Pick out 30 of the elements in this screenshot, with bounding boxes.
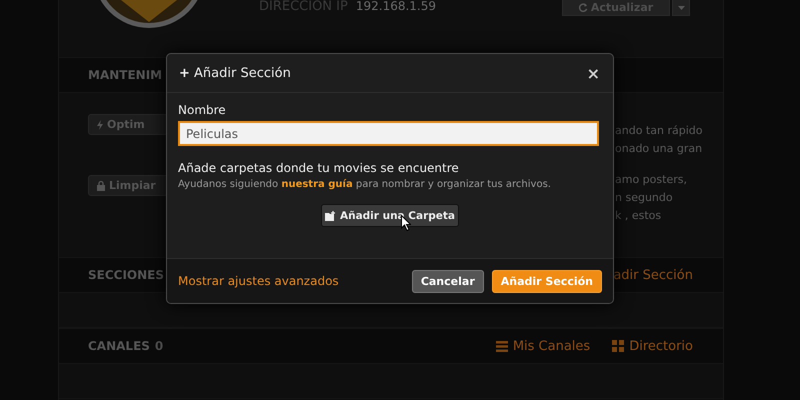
ip-address: 192.168.1.59 — [356, 0, 436, 13]
dropdown-button[interactable] — [672, 0, 690, 16]
section-title: MANTENIM — [88, 68, 162, 82]
grid-icon — [612, 340, 624, 352]
cancel-button[interactable]: Cancelar — [412, 270, 484, 292]
description-text: onado una gran — [615, 141, 702, 157]
description-text: amo posters, — [615, 172, 688, 188]
dialog-title: + Añadir Sección — [179, 66, 292, 80]
advanced-settings-link[interactable]: Mostrar ajustes avanzados — [178, 274, 339, 288]
list-icon — [496, 340, 508, 352]
add-section-link[interactable]: adir Sección — [613, 268, 693, 282]
bolt-icon — [97, 120, 103, 130]
help-text: Ayudanos siguiendo nuestra guía para nombrar y organizar tus archivos. — [178, 179, 551, 190]
description-text: ando tan rápido — [615, 123, 702, 139]
field-label: Nombre — [178, 103, 226, 117]
close-button[interactable]: × — [586, 64, 600, 82]
refresh-icon — [578, 3, 588, 12]
my-channels-link[interactable]: Mis Canales — [496, 338, 590, 354]
description-text: k , estos — [615, 208, 662, 224]
folders-heading: Añade carpetas donde tu movies se encuentre — [178, 161, 459, 175]
description-text: n segundo — [615, 190, 674, 206]
name-field[interactable]: Peliculas — [178, 121, 599, 146]
add-section-button[interactable]: Añadir Sección — [492, 270, 602, 292]
caret-icon — [678, 6, 684, 10]
directory-link[interactable]: Directorio — [612, 338, 693, 354]
section-title: SECCIONES — [88, 268, 164, 282]
lock-icon — [97, 180, 105, 190]
channel-count: 0 — [154, 339, 164, 353]
folder-icon — [324, 210, 336, 220]
section-title: CANALES — [88, 339, 150, 353]
